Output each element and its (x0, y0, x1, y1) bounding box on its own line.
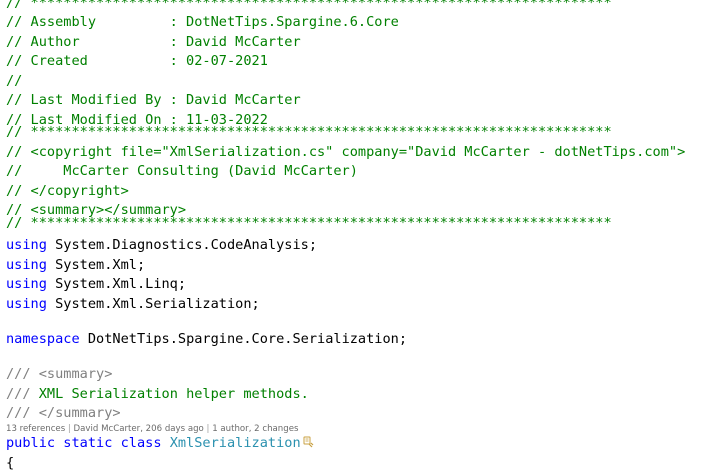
header-comment-line: // Last Modified By : David McCarter (6, 92, 301, 108)
using-keyword: using (6, 295, 47, 312)
header-comment-line: // (6, 72, 23, 89)
class-modifiers: public static class (6, 435, 170, 451)
using-namespace: System.Xml.Linq; (46, 276, 187, 292)
using-directive: using System.Xml.Linq; (6, 275, 186, 295)
using-namespace: System.Xml; (46, 256, 146, 273)
header-comment-line: // Created : 02-07-2021 (6, 53, 268, 69)
header-comment-line: // *************************************… (6, 0, 612, 11)
doc-comment-close: /// </summary> (6, 404, 121, 424)
lightbulb-screwdriver-icon[interactable] (303, 435, 314, 449)
doc-comment-open: /// <summary> (6, 365, 112, 385)
doc-prefix: /// (6, 405, 39, 421)
codelens-references[interactable]: 13 references (6, 424, 65, 434)
using-keyword: using (6, 237, 47, 253)
header-comment-line: // Author : David McCarter (6, 33, 301, 50)
using-keyword: using (6, 256, 47, 273)
namespace-keyword: namespace (6, 331, 80, 347)
using-directive: using System.Xml.Serialization; (6, 295, 260, 315)
header-comment-line: // *************************************… (6, 214, 612, 231)
header-comment-line: // </copyright> (6, 182, 129, 199)
class-open-brace: { (6, 454, 15, 470)
codelens-authors[interactable]: 1 author, 2 changes (212, 424, 298, 434)
codelens-last-change[interactable]: David McCarter, 206 days ago (74, 424, 204, 434)
doc-comment-text: /// XML Serialization helper methods. (6, 385, 309, 405)
class-name[interactable]: XmlSerialization (170, 435, 301, 451)
class-declaration: public static class XmlSerialization (6, 434, 314, 454)
codelens-separator: | (65, 424, 74, 434)
using-namespace: System.Diagnostics.CodeAnalysis; (46, 237, 317, 253)
using-directive: using System.Xml; (6, 256, 145, 276)
namespace-name: DotNetTips.Spargine.Core.Serialization; (79, 331, 408, 347)
doc-summary-open-tag: <summary> (38, 366, 113, 382)
header-comment-line: // Assembly : DotNetTips.Spargine.6.Core (6, 14, 399, 30)
code-editor[interactable]: // *************************************… (0, 0, 720, 470)
header-comment-line: // <copyright file="XmlSerialization.cs"… (6, 143, 686, 160)
using-directive: using System.Diagnostics.CodeAnalysis; (6, 236, 317, 256)
using-keyword: using (6, 276, 47, 292)
codelens-separator: | (203, 424, 213, 434)
doc-summary-text: XML Serialization helper methods. (38, 385, 309, 402)
header-comment-line: // McCarter Consulting (David McCarter) (6, 163, 358, 179)
doc-prefix: /// (6, 366, 39, 382)
namespace-declaration: namespace DotNetTips.Spargine.Core.Seria… (6, 330, 407, 350)
using-namespace: System.Xml.Serialization; (46, 295, 260, 312)
doc-prefix: /// (6, 385, 39, 402)
doc-summary-close-tag: </summary> (38, 405, 121, 421)
header-comment-line: // *************************************… (6, 124, 612, 140)
